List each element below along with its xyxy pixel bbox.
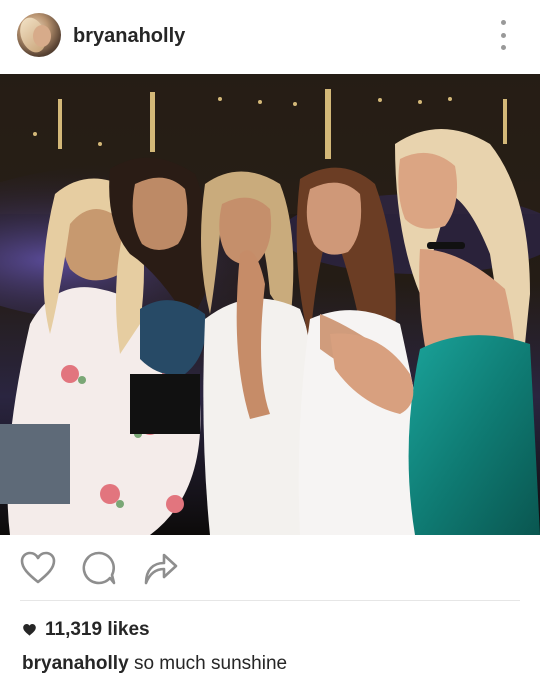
heart-outline-icon[interactable] <box>18 548 58 588</box>
share-arrow-icon[interactable] <box>140 548 180 588</box>
caption-username[interactable]: bryanaholly <box>22 653 129 674</box>
post-header: bryanaholly <box>0 0 540 73</box>
post-photo[interactable] <box>0 74 540 535</box>
more-options-icon[interactable] <box>497 20 509 50</box>
likes-text: 11,319 likes <box>45 619 150 640</box>
actions-divider <box>20 600 520 601</box>
caption-text: so much sunshine <box>133 653 288 674</box>
post-username[interactable]: bryanaholly <box>73 25 185 48</box>
comment-bubble-icon[interactable] <box>79 548 119 588</box>
heart-filled-icon <box>23 624 36 636</box>
post-actions <box>0 548 540 592</box>
avatar[interactable] <box>17 13 61 57</box>
likes-count[interactable]: 11,319 likes <box>22 618 150 642</box>
post-caption: bryanaholly so much sunshine <box>22 653 287 675</box>
